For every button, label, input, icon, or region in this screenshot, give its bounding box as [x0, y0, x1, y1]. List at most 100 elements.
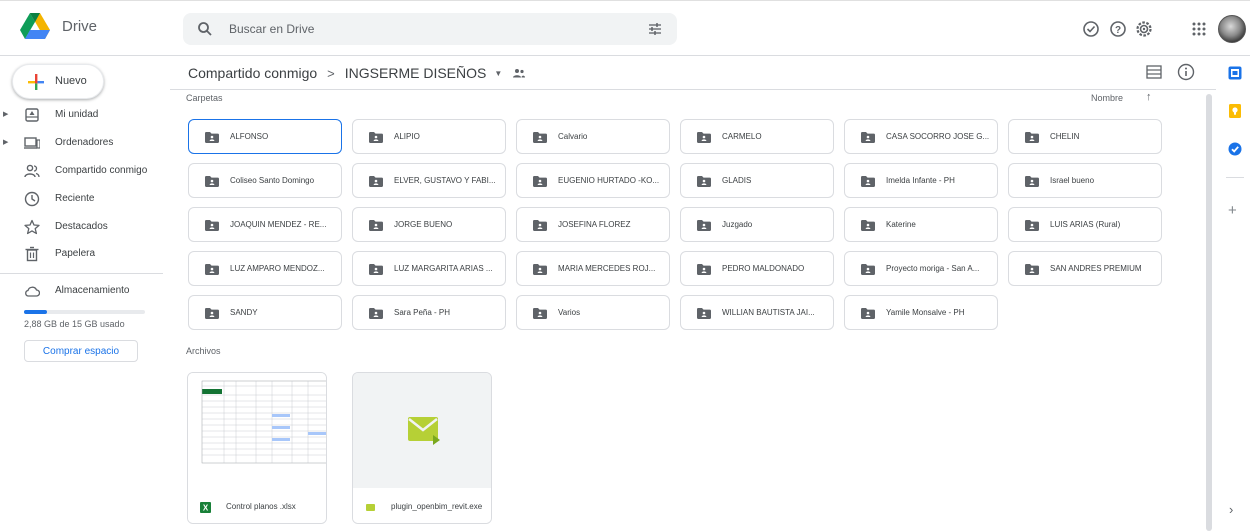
- tune-icon[interactable]: [647, 21, 663, 37]
- shared-people-icon: [513, 69, 526, 78]
- tasks-icon[interactable]: [1228, 142, 1242, 156]
- folder-item[interactable]: CHELIN: [1008, 119, 1162, 154]
- folder-item[interactable]: WILLIAN BAUTISTA JAI...: [680, 295, 834, 330]
- shared-folder-icon: [369, 264, 383, 275]
- breadcrumb-current[interactable]: INGSERME DISEÑOS: [345, 65, 487, 81]
- shared-folder-icon: [369, 132, 383, 143]
- folder-item[interactable]: Imelda Infante - PH: [844, 163, 998, 198]
- info-icon[interactable]: [1177, 63, 1195, 81]
- file-card-exe[interactable]: plugin_openbim_revit.exe: [352, 372, 492, 524]
- folder-item[interactable]: Proyecto moriga - San A...: [844, 251, 998, 286]
- help-icon[interactable]: ?: [1108, 19, 1128, 39]
- shared-folder-icon: [861, 264, 875, 275]
- file-card-excel[interactable]: X Control planos .xlsx: [187, 372, 327, 524]
- shared-folder-icon: [1025, 264, 1039, 275]
- drive-logo[interactable]: Drive: [20, 13, 97, 40]
- buy-storage-button[interactable]: Comprar espacio: [24, 340, 138, 362]
- folder-item[interactable]: GLADIS: [680, 163, 834, 198]
- storage-used-text: 2,88 GB de 15 GB usado: [24, 319, 125, 329]
- list-view-icon[interactable]: [1146, 65, 1162, 79]
- expand-arrow-icon[interactable]: ▶: [3, 138, 8, 146]
- account-avatar[interactable]: [1218, 15, 1246, 43]
- computer-icon: [24, 137, 40, 149]
- shared-folder-icon: [205, 132, 219, 143]
- storage-label: Almacenamiento: [55, 285, 130, 296]
- folder-item[interactable]: Coliseo Santo Domingo: [188, 163, 342, 198]
- top-bar: Drive ?: [0, 0, 1250, 56]
- calendar-icon[interactable]: [1228, 66, 1242, 80]
- shared-folder-icon: [861, 132, 875, 143]
- folder-item[interactable]: ALIPIO: [352, 119, 506, 154]
- sort-label[interactable]: Nombre: [1091, 93, 1123, 103]
- chevron-down-icon[interactable]: ▼: [494, 69, 502, 78]
- sidebar-item-trash[interactable]: Papelera: [0, 243, 165, 265]
- shared-folder-icon: [1025, 176, 1039, 187]
- folder-item[interactable]: SANDY: [188, 295, 342, 330]
- chevron-right-icon[interactable]: ›: [1229, 502, 1233, 517]
- folder-item[interactable]: ALFONSO: [188, 119, 342, 154]
- sidebar-item-recent[interactable]: Reciente: [0, 188, 165, 210]
- shared-folder-icon: [697, 220, 711, 231]
- star-icon: [24, 219, 40, 235]
- folder-item[interactable]: Sara Peña - PH: [352, 295, 506, 330]
- sidebar-item-my-drive[interactable]: ▶ Mi unidad: [0, 104, 165, 126]
- folder-item[interactable]: EUGENIO HURTADO -KO...: [516, 163, 670, 198]
- folder-item[interactable]: MARIA MERCEDES ROJ...: [516, 251, 670, 286]
- folder-item[interactable]: LUZ AMPARO MENDOZ...: [188, 251, 342, 286]
- app-title: Drive: [62, 18, 98, 35]
- folder-item[interactable]: LUZ MARGARITA ARIAS ...: [352, 251, 506, 286]
- file-name: Control planos .xlsx: [226, 502, 296, 511]
- folder-name: SANDY: [230, 308, 258, 317]
- add-addon-icon[interactable]: +: [1228, 202, 1237, 219]
- search-icon[interactable]: [197, 21, 213, 37]
- expand-arrow-icon[interactable]: ▶: [3, 110, 8, 118]
- folder-name: Yamile Monsalve - PH: [886, 308, 965, 317]
- folder-name: JOAQUIN MENDEZ - RE...: [230, 220, 327, 229]
- folder-item[interactable]: Juzgado: [680, 207, 834, 242]
- folder-name: EUGENIO HURTADO -KO...: [558, 176, 660, 185]
- keep-icon[interactable]: [1228, 104, 1242, 118]
- shared-folder-icon: [205, 264, 219, 275]
- storage-progress-bar: [24, 310, 145, 314]
- search-input[interactable]: [229, 19, 629, 39]
- vertical-scrollbar[interactable]: [1206, 94, 1212, 531]
- arrow-up-icon[interactable]: ↑: [1146, 91, 1152, 103]
- breadcrumb-root[interactable]: Compartido conmigo: [188, 65, 317, 81]
- cloud-icon: [25, 286, 40, 297]
- sidebar-item-storage[interactable]: Almacenamiento: [0, 280, 165, 302]
- folder-name: Calvario: [558, 132, 588, 141]
- folder-item[interactable]: CASA SOCORRO JOSE G...: [844, 119, 998, 154]
- files-section-label: Archivos: [186, 346, 221, 356]
- offline-status-icon[interactable]: [1081, 19, 1101, 39]
- folder-item[interactable]: JORGE BUENO: [352, 207, 506, 242]
- sidebar-item-label: Reciente: [55, 193, 95, 204]
- shared-folder-icon: [697, 132, 711, 143]
- sidebar-item-starred[interactable]: Destacados: [0, 216, 165, 238]
- folder-item[interactable]: Yamile Monsalve - PH: [844, 295, 998, 330]
- breadcrumb: Compartido conmigo > INGSERME DISEÑOS ▼: [188, 62, 526, 84]
- sidebar-item-label: Compartido conmigo: [55, 165, 148, 176]
- apps-grid-icon[interactable]: [1189, 19, 1209, 39]
- file-name-row: plugin_openbim_revit.exe: [353, 488, 491, 523]
- folder-name: PEDRO MALDONADO: [722, 264, 805, 273]
- sidebar-item-shared-with-me[interactable]: Compartido conmigo: [0, 160, 165, 182]
- folder-item[interactable]: JOAQUIN MENDEZ - RE...: [188, 207, 342, 242]
- folder-item[interactable]: CARMELO: [680, 119, 834, 154]
- header-divider: [170, 89, 1216, 90]
- folder-item[interactable]: PEDRO MALDONADO: [680, 251, 834, 286]
- shared-folder-icon: [697, 176, 711, 187]
- folder-item[interactable]: Calvario: [516, 119, 670, 154]
- sidebar-item-computers[interactable]: ▶ Ordenadores: [0, 132, 165, 154]
- folder-name: WILLIAN BAUTISTA JAI...: [722, 308, 815, 317]
- folder-item[interactable]: JOSEFINA FLOREZ: [516, 207, 670, 242]
- search-bar[interactable]: [183, 13, 677, 45]
- folder-item[interactable]: Varios: [516, 295, 670, 330]
- folder-item[interactable]: SAN ANDRES PREMIUM: [1008, 251, 1162, 286]
- folder-item[interactable]: ELVER, GUSTAVO Y FABI...: [352, 163, 506, 198]
- folder-item[interactable]: LUIS ARIAS (Rural): [1008, 207, 1162, 242]
- shared-folder-icon: [861, 176, 875, 187]
- folder-item[interactable]: Katerine: [844, 207, 998, 242]
- folder-item[interactable]: Israel bueno: [1008, 163, 1162, 198]
- new-button[interactable]: Nuevo: [12, 64, 104, 99]
- settings-icon[interactable]: [1134, 19, 1154, 39]
